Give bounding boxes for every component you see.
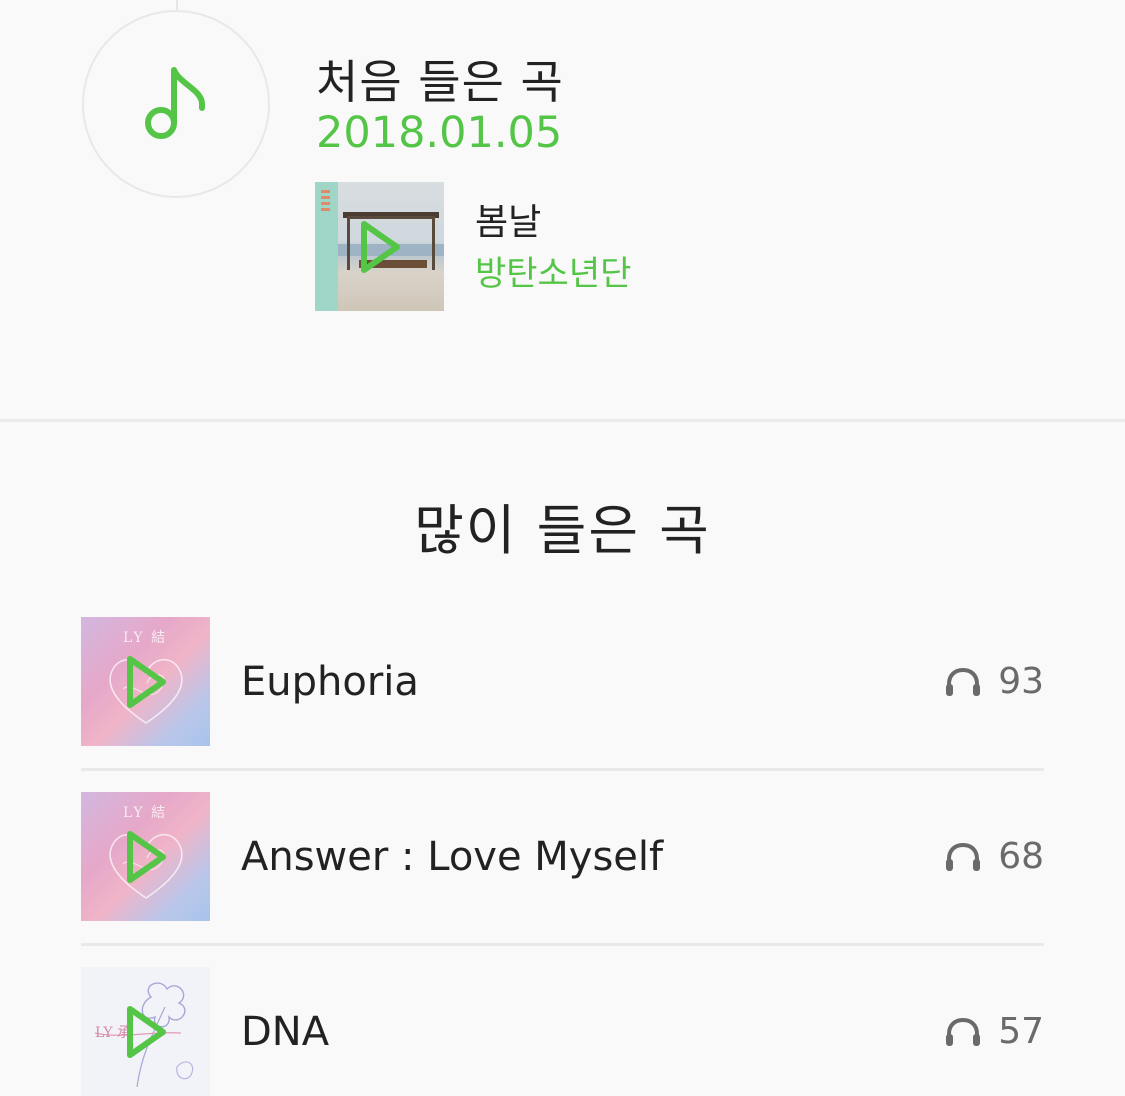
track-title: DNA — [241, 1008, 330, 1055]
play-count-value: 93 — [998, 661, 1044, 702]
song-artist[interactable]: 방탄소년단 — [475, 247, 631, 301]
track-title: Answer : Love Myself — [241, 833, 664, 880]
play-button[interactable] — [315, 182, 444, 311]
section-divider — [0, 419, 1125, 422]
album-cover-dna[interactable]: LY 承 — [81, 967, 210, 1096]
play-button[interactable] — [81, 792, 210, 921]
play-icon — [126, 1005, 166, 1058]
play-count: 68 — [944, 836, 1044, 877]
album-cover-answer[interactable]: LY 結 — [81, 792, 210, 921]
timeline-connector — [176, 0, 178, 10]
album-cover-springday[interactable] — [315, 182, 444, 311]
row-divider — [81, 768, 1044, 771]
track-row[interactable]: LY 結 Euphoria 93 — [81, 617, 1044, 746]
first-listened-song[interactable]: 봄날 방탄소년단 — [315, 182, 631, 311]
headphones-icon — [946, 1017, 981, 1046]
play-button[interactable] — [81, 967, 210, 1096]
play-count: 93 — [944, 661, 1044, 702]
first-listened-date: 2018.01.05 — [316, 108, 563, 158]
play-count-value: 68 — [998, 836, 1044, 877]
song-title: 봄날 — [475, 201, 542, 243]
play-icon — [126, 655, 166, 708]
first-listened-heading: 처음 들은 곡 — [316, 55, 564, 109]
music-note-icon — [145, 67, 205, 139]
headphones-icon — [946, 842, 981, 871]
first-song-meta: 봄날 방탄소년단 — [475, 193, 631, 301]
most-listened-list: LY 結 Euphoria 93 LY 結 Answer: Love Myse… — [81, 617, 1044, 1096]
album-cover-answer[interactable]: LY 結 — [81, 617, 210, 746]
play-icon — [360, 220, 400, 273]
play-count: 57 — [944, 1011, 1044, 1052]
headphones-icon — [946, 667, 981, 696]
track-row[interactable]: LY 結 Answer : Love Myself 68 — [81, 792, 1044, 921]
track-title: Euphoria — [241, 658, 419, 705]
music-note-badge — [82, 10, 270, 198]
track-row[interactable]: LY 承 DNA 57 — [81, 967, 1044, 1096]
row-divider — [81, 943, 1044, 946]
most-listened-heading: 많이 들은 곡 — [414, 499, 711, 562]
play-icon — [126, 830, 166, 883]
play-count-value: 57 — [998, 1011, 1044, 1052]
play-button[interactable] — [81, 617, 210, 746]
